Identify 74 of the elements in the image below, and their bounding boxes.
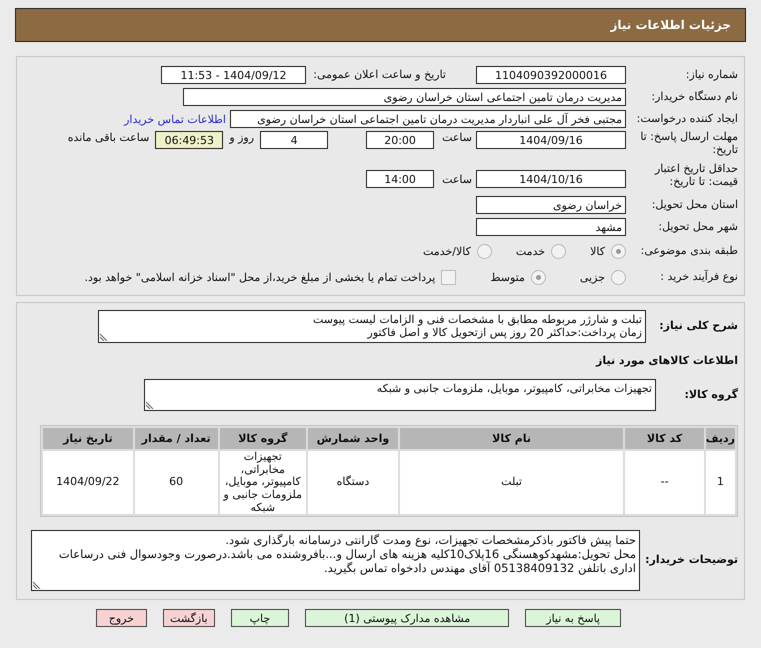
notes-paragraph: حتما پیش فاکتور باذکرمشخصات تجهیزات، نوع ومدت گارانتی درسامانه بارگذاری شود. (224, 532, 636, 548)
column-header: نام کالا (400, 428, 624, 449)
resize-handle-icon (33, 580, 41, 589)
table-cell: تجهیزات مخابراتی، کامپیوتر، موبایل، ملزومات جانبی و شبکه (220, 451, 306, 514)
text-field[interactable]: مجتبی فخر آل علی انباردار مدیریت درمان تامین اجتماعی استان خراسان رضوی (230, 110, 626, 128)
field-label: گروه کالا: (683, 388, 738, 402)
resize-handle-icon (100, 332, 108, 340)
radio-label: خدمت (516, 244, 546, 258)
field-label: توضیحات خریدار: (644, 554, 738, 567)
remaining-label: ساعت باقی مانده (68, 131, 150, 144)
checkbox-label: پرداخت تمام یا بخشی از مبلغ خرید،از محل "اسناد خزانه اسلامی" خواهد بود. (84, 270, 436, 284)
radio-label: جزیی (580, 270, 605, 284)
table-cell: 1404/09/22 (43, 451, 133, 514)
text-field[interactable]: 4 (260, 131, 328, 149)
radio-label: کالا (590, 244, 605, 258)
checkbox[interactable] (441, 270, 456, 284)
text-field[interactable]: 14:00 (366, 170, 434, 188)
column-header: تعداد / مقدار (134, 428, 218, 449)
action-button[interactable]: خروج (96, 609, 148, 627)
buyer-notes-box[interactable] (31, 530, 640, 591)
column-header: گروه کالا (220, 428, 306, 449)
table-cell: 60 (134, 451, 218, 514)
time-label: ساعت (442, 131, 472, 144)
description-line: تبلت و شارژر مربوطه مطابق با مشخصات فنی و الزامات لیست پیوست (312, 312, 642, 326)
action-button[interactable]: مشاهده مدارک پیوستی (1) (305, 609, 510, 627)
field-label: نوع فرآیند خرید : (659, 270, 738, 284)
field-label: اطلاعات کالاهای مورد نیاز (594, 354, 738, 368)
text-field[interactable]: 1404/10/16 (476, 170, 626, 188)
description-line: زمان پرداخت:حداکثر 20 روز پس ازتحویل کالا و اصل فاکتور (366, 326, 642, 340)
radio-label: کالا/خدمت (423, 244, 471, 258)
field-label: نام دستگاه خریدار: (650, 90, 738, 104)
table-cell: -- (625, 451, 704, 514)
field-label: مهلت ارسال پاسخ: تا تاریخ: (639, 131, 738, 156)
resize-handle-icon (146, 401, 154, 409)
radio-button[interactable] (611, 244, 626, 258)
notes-paragraph: محل تحویل:مشهدکوهسنگی 16پلاک10کلیه هزینه های ارسال و...بافروشنده می باشد.درصورت وجودسوال فنی درساعات اداری باتلفن 05138409132 آقای مهندس دادخواه تماس بگیرید. (58, 547, 636, 576)
text-field[interactable]: 1404/09/12 - 11:53 (161, 66, 306, 84)
table-cell: 1 (706, 451, 735, 514)
radio-button[interactable] (476, 244, 492, 258)
text-field[interactable]: خراسان رضوی (476, 196, 626, 214)
action-button[interactable]: چاپ (230, 609, 290, 627)
table-cell: دستگاه (308, 451, 398, 514)
field-label: طبقه بندی موضوعی: (640, 244, 738, 258)
field-label: شماره نیاز: (684, 68, 738, 82)
column-header: کد کالا (625, 428, 704, 449)
field-label: حداقل تاریخ اعتبار قیمت: تا تاریخ: (654, 163, 738, 188)
field-label: تاریخ و ساعت اعلان عمومی: (312, 68, 446, 82)
contact-buyer-link[interactable]: اطلاعات تماس خریدار (124, 112, 226, 126)
radio-button[interactable] (611, 270, 626, 284)
text-field[interactable]: مشهد (476, 218, 626, 236)
action-button[interactable]: بازگشت (163, 609, 215, 627)
text-field[interactable]: 20:00 (366, 131, 434, 149)
field-label: شرح کلی نیاز: (658, 320, 738, 332)
text-field[interactable]: 1104090392000016 (476, 66, 626, 84)
column-header: واحد شمارش (308, 428, 398, 449)
field-label: ایجاد کننده درخواست: (636, 112, 738, 126)
remaining-time: 06:49:53 (155, 131, 224, 149)
goods-group-text: تجهیزات مخابراتی، کامپیوتر، موبایل، ملزومات جانبی و شبکه (376, 382, 652, 395)
column-header: ردیف (706, 428, 735, 449)
radio-button[interactable] (530, 270, 546, 284)
action-button[interactable]: پاسخ به نیاز (525, 609, 621, 627)
description-box[interactable]: تبلت و شارژر مربوطه مطابق با مشخصات فنی و الزامات لیست پیوست زمان پرداخت:حداکثر 20 روز پس ازتحویل کالا و اصل فاکتور (98, 310, 646, 342)
time-label: ساعت (442, 172, 472, 186)
field-label: شهر محل تحویل: (657, 220, 738, 234)
column-header: تاریخ نیاز (43, 428, 133, 449)
text-field[interactable]: 1404/09/16 (476, 131, 626, 149)
text-field[interactable]: مدیریت درمان تامین اجتماعی استان خراسان رضوی (183, 88, 626, 106)
table-cell: تبلت (400, 451, 624, 514)
goods-group-box[interactable]: تجهیزات مخابراتی، کامپیوتر، موبایل، ملزومات جانبی و شبکه (144, 379, 656, 411)
field-label: استان محل تحویل: (650, 198, 738, 212)
radio-label: متوسط (490, 270, 525, 284)
days-label: روز و (229, 131, 254, 144)
page-title: جزئیات اطلاعات نیاز (610, 18, 731, 32)
radio-button[interactable] (551, 244, 566, 258)
